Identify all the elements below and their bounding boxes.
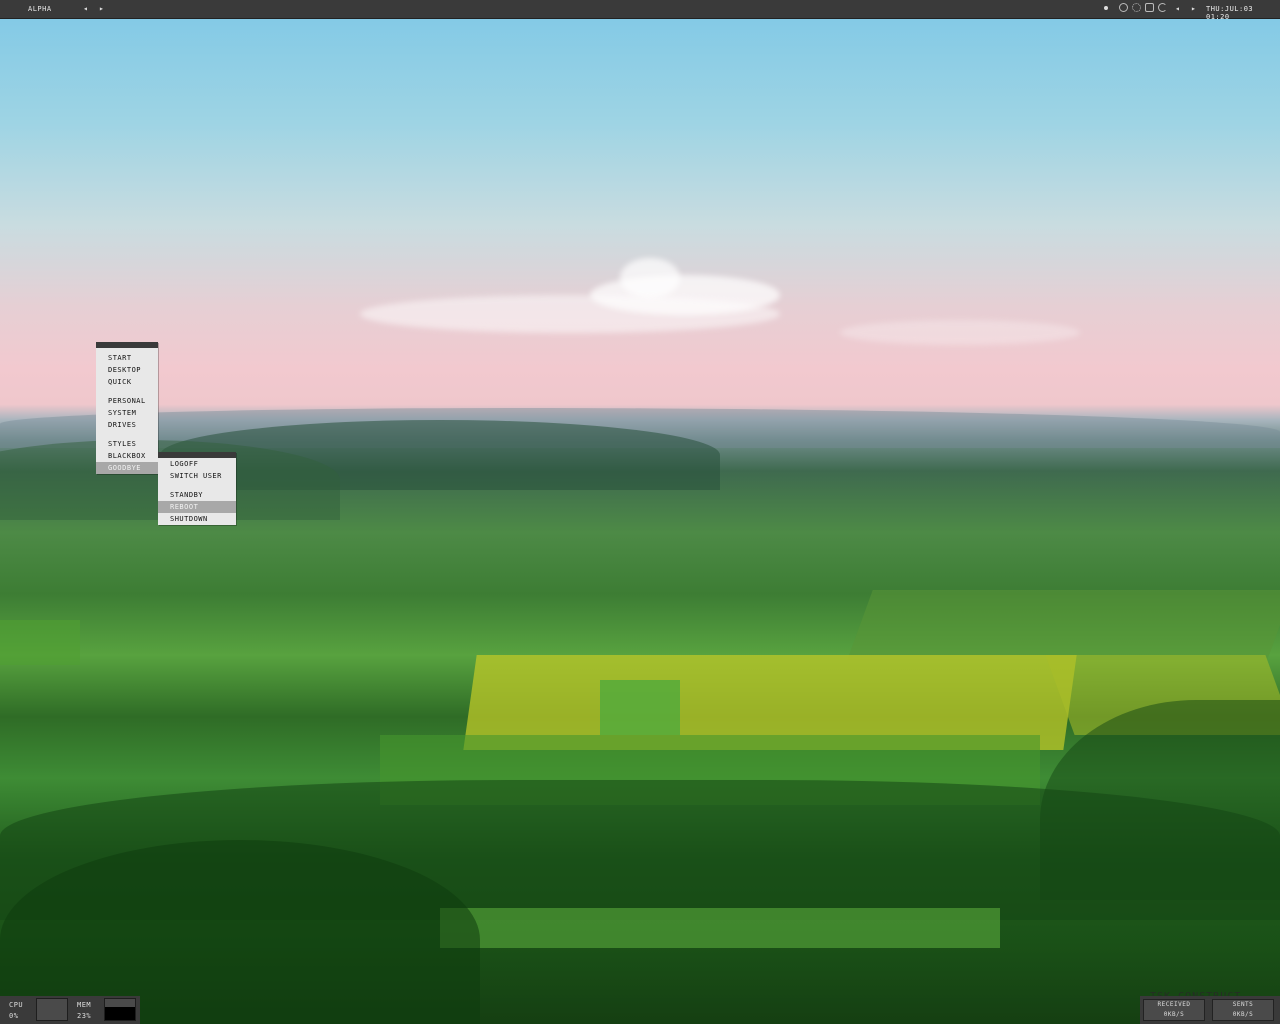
sent-value: 0KB/S: [1232, 1011, 1254, 1018]
menu-item-quick[interactable]: QUICK: [96, 376, 158, 388]
update-icon[interactable]: [1158, 3, 1167, 12]
top-toolbar: ALPHA ◂ ▸ ◂ ▸ THU:JUL:03 01:20: [0, 0, 1280, 21]
tray-dot-icon[interactable]: [1104, 6, 1108, 10]
goodbye-submenu: LOGOFF SWITCH USER STANDBY REBOOT SHUTDO…: [158, 452, 236, 525]
field: [440, 908, 1000, 948]
workspace-next-arrow-icon[interactable]: ▸: [99, 4, 104, 13]
menu-item-start[interactable]: START: [96, 352, 158, 364]
menu-item-styles[interactable]: STYLES: [96, 438, 158, 450]
menu-item-goodbye[interactable]: GOODBYE: [96, 462, 158, 474]
field: [847, 590, 1280, 660]
menu-separator: [96, 431, 158, 438]
workspace-label[interactable]: ALPHA: [28, 5, 52, 13]
received-value: 0KB/S: [1163, 1011, 1185, 1018]
mem-graph-fill: [105, 1007, 135, 1020]
received-panel: RECEIVED 0KB/S: [1143, 999, 1205, 1021]
menu-item-standby[interactable]: STANDBY: [158, 489, 236, 501]
menu-item-blackbox[interactable]: BLACKBOX: [96, 450, 158, 462]
menu-item-system[interactable]: SYSTEM: [96, 407, 158, 419]
cpu-graph: [36, 998, 68, 1021]
tray-next-arrow-icon[interactable]: ▸: [1191, 4, 1196, 13]
system-monitor: CPU 0% MEM 23%: [0, 996, 140, 1024]
cloud: [360, 295, 780, 333]
menu-item-desktop[interactable]: DESKTOP: [96, 364, 158, 376]
tray-prev-arrow-icon[interactable]: ◂: [1175, 4, 1180, 13]
field: [600, 680, 680, 735]
clock: THU:JUL:03 01:20: [1206, 5, 1254, 21]
cloud: [840, 320, 1080, 345]
mem-label: MEM: [77, 1001, 92, 1009]
volume-icon[interactable]: [1145, 3, 1154, 12]
cpu-value: 0%: [9, 1012, 19, 1020]
menu-item-personal[interactable]: PERSONAL: [96, 395, 158, 407]
menu-separator: [96, 388, 158, 395]
field: [0, 620, 80, 665]
network-icon[interactable]: [1132, 3, 1141, 12]
root-menu: START DESKTOP QUICK PERSONAL SYSTEM DRIV…: [96, 342, 158, 474]
sent-label: SENTS: [1232, 1001, 1254, 1008]
desktop-wallpaper: ALPHA ◂ ▸ ◂ ▸ THU:JUL:03 01:20 START DES…: [0, 0, 1280, 1024]
sent-panel: SENTS 0KB/S: [1212, 999, 1274, 1021]
cpu-label: CPU: [9, 1001, 24, 1009]
menu-item-shutdown[interactable]: SHUTDOWN: [158, 513, 236, 525]
network-monitor: RECEIVED 0KB/S SENTS 0KB/S: [1140, 996, 1280, 1024]
received-label: RECEIVED: [1157, 1001, 1191, 1008]
menu-item-reboot[interactable]: REBOOT: [158, 501, 236, 513]
menu-item-drives[interactable]: DRIVES: [96, 419, 158, 431]
mem-graph: [104, 998, 136, 1021]
menu-item-logoff[interactable]: LOGOFF: [158, 458, 236, 470]
menu-separator: [158, 482, 236, 489]
menu-item-switch-user[interactable]: SWITCH USER: [158, 470, 236, 482]
power-icon[interactable]: [1119, 3, 1128, 12]
mem-value: 23%: [77, 1012, 92, 1020]
workspace-prev-arrow-icon[interactable]: ◂: [83, 4, 88, 13]
